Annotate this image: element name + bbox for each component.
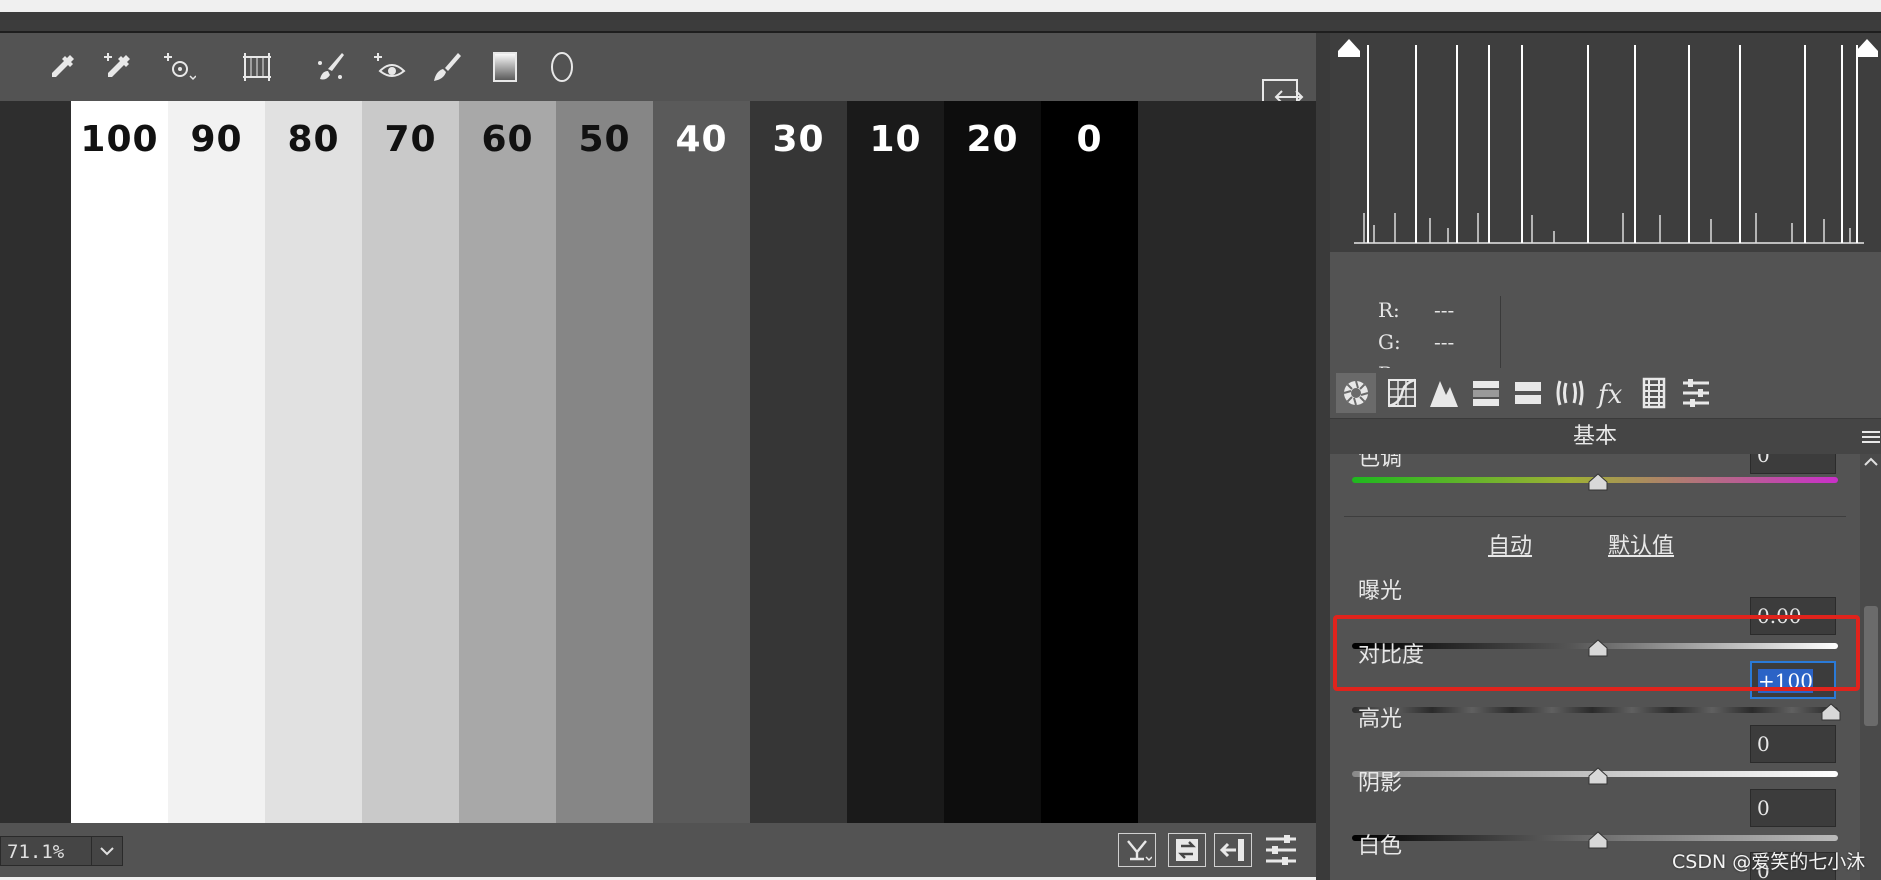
basic-aperture-icon[interactable] — [1336, 373, 1376, 413]
tint-label: 色调 — [1358, 454, 1403, 471]
shadows-value-field[interactable]: 0 — [1750, 789, 1836, 827]
exposure-label: 曝光 — [1358, 579, 1403, 604]
stripe-label: 100 — [80, 119, 159, 160]
tool-bar — [0, 33, 1316, 113]
hsl-icon[interactable] — [1466, 373, 1506, 413]
highlights-label: 高光 — [1358, 707, 1403, 732]
gray-stripe: 30 — [750, 101, 847, 823]
gray-stripe: 20 — [944, 101, 1041, 823]
image-preview[interactable]: 100 90 80 70 60 50 40 30 10 20 0 — [0, 101, 1316, 823]
red-eye-icon[interactable] — [368, 47, 408, 87]
r-readout: R: --- — [1378, 298, 1455, 322]
chevron-down-icon — [100, 847, 114, 856]
effects-icon[interactable]: fx — [1592, 373, 1632, 413]
tint-slider-thumb[interactable] — [1588, 473, 1608, 491]
highlights-slider-thumb[interactable] — [1588, 767, 1608, 785]
spot-removal-icon[interactable] — [310, 47, 350, 87]
svg-text:fx: fx — [1596, 380, 1623, 409]
eyedropper-icon[interactable] — [42, 47, 82, 87]
default-link[interactable]: 默认值 — [1608, 528, 1674, 560]
stripe-label: 20 — [966, 119, 1019, 160]
bottom-bar: 71.1% — [0, 823, 1316, 877]
canvas-margin — [0, 101, 71, 823]
preview-preferences-icon[interactable] — [1264, 833, 1298, 867]
shadows-label: 阴影 — [1358, 771, 1403, 796]
histogram-graph — [1354, 45, 1864, 244]
stripe-label: 50 — [578, 119, 631, 160]
auto-link[interactable]: 自动 — [1488, 528, 1532, 560]
tone-curve-icon[interactable] — [1382, 373, 1422, 413]
shadows-slider-thumb[interactable] — [1588, 831, 1608, 849]
transform-icon[interactable] — [237, 47, 277, 87]
watermark: CSDN @爱笑的七小沐 — [1672, 851, 1866, 873]
chevron-up-icon[interactable] — [1862, 454, 1880, 470]
zoom-dropdown-button[interactable] — [91, 836, 123, 866]
gray-stripe: 0 — [1041, 101, 1138, 823]
gray-stripe: 90 — [168, 101, 265, 823]
color-sampler-icon[interactable] — [98, 47, 138, 87]
gray-stripe: 50 — [556, 101, 653, 823]
before-after-view-button[interactable] — [1118, 833, 1156, 867]
gray-stripe: 70 — [362, 101, 459, 823]
gray-stripe: 100 — [71, 101, 168, 823]
stripe-label: 90 — [190, 119, 243, 160]
window-top-strip — [0, 0, 1881, 12]
highlights-value-field[interactable]: 0 — [1750, 725, 1836, 763]
title-bar — [0, 12, 1881, 33]
gray-stripe: 40 — [653, 101, 750, 823]
copy-settings-button[interactable] — [1214, 833, 1252, 867]
stripe-label: 80 — [287, 119, 340, 160]
stripe-label: 10 — [869, 119, 922, 160]
gray-stripe: 60 — [459, 101, 556, 823]
panel-divider[interactable] — [1316, 33, 1330, 880]
annotation-highlight-box — [1333, 615, 1860, 691]
target-adjustment-icon[interactable] — [158, 47, 198, 87]
gray-stripe: 80 — [265, 101, 362, 823]
lens-corrections-icon[interactable] — [1550, 373, 1590, 413]
contrast-slider-thumb[interactable] — [1821, 703, 1841, 721]
graduated-filter-icon[interactable] — [485, 47, 525, 87]
section-title: 基本 — [1572, 424, 1617, 449]
stripe-label: 60 — [481, 119, 534, 160]
histogram — [1330, 33, 1881, 252]
section-header: 基本 — [1330, 418, 1881, 455]
split-toning-icon[interactable] — [1508, 373, 1548, 413]
stripe-label: 70 — [384, 119, 437, 160]
divider — [1344, 516, 1846, 517]
panel-scrollbar-thumb[interactable] — [1864, 606, 1878, 726]
stripe-label: 0 — [1076, 119, 1103, 160]
contrast-slider-track[interactable] — [1352, 707, 1838, 713]
zoom-level-field[interactable]: 71.1% — [0, 836, 92, 866]
presets-icon[interactable] — [1676, 373, 1716, 413]
whites-label: 白色 — [1358, 834, 1403, 859]
stripe-label: 40 — [675, 119, 728, 160]
stripe-label: 30 — [772, 119, 825, 160]
g-readout: G: --- — [1378, 330, 1455, 354]
camera-calibration-icon[interactable] — [1634, 373, 1674, 413]
adjustment-brush-icon[interactable] — [426, 47, 466, 87]
tint-value-field[interactable]: 0 — [1750, 454, 1836, 474]
radial-filter-icon[interactable] — [542, 47, 582, 87]
panel-menu-icon[interactable] — [1860, 427, 1880, 447]
panel-tabs: fx — [1330, 368, 1881, 418]
swap-settings-button[interactable] — [1168, 833, 1206, 867]
gray-stripe: 10 — [847, 101, 944, 823]
detail-icon[interactable] — [1424, 373, 1464, 413]
right-panel: R:--- G:--- B:--- fx — [1330, 33, 1881, 880]
